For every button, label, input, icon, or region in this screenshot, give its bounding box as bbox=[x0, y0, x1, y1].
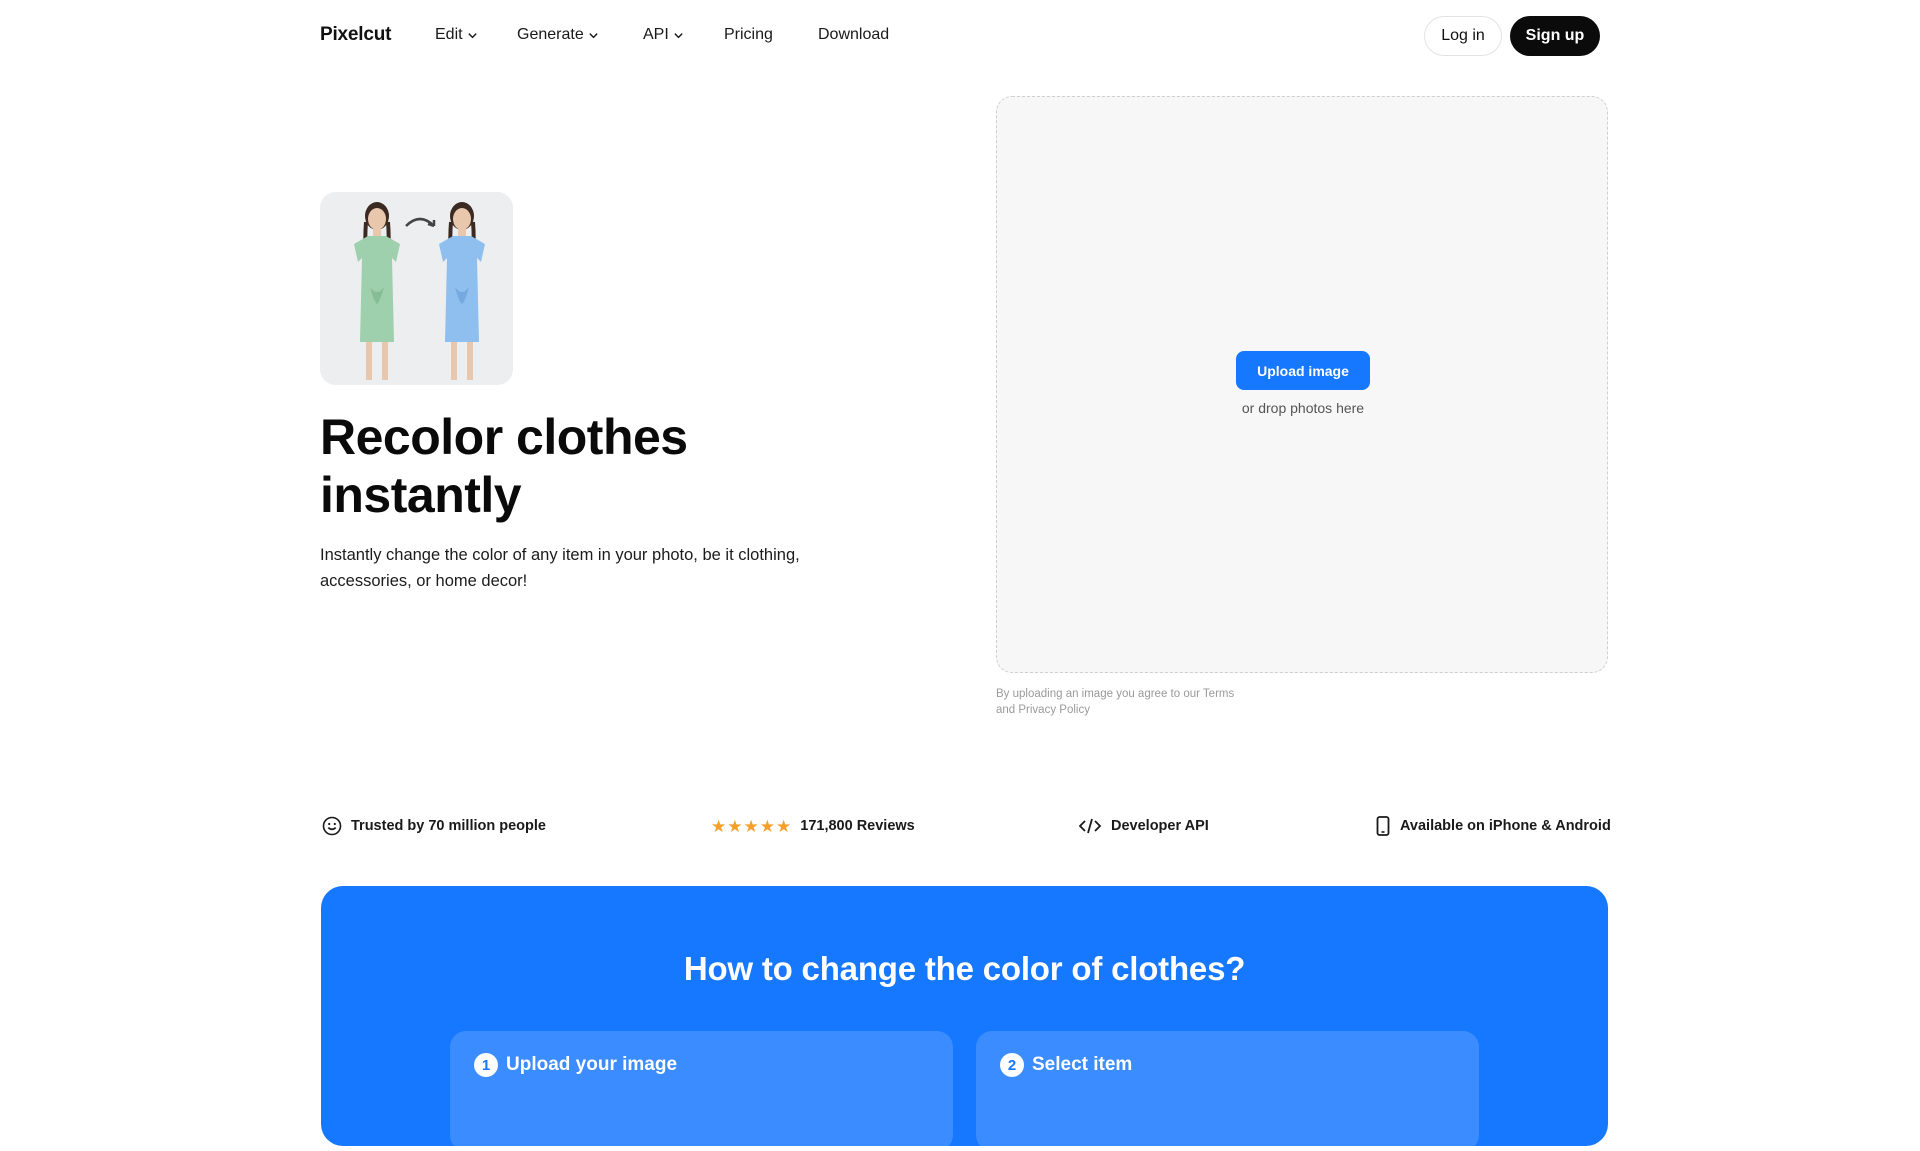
stat-reviews: ★ ★ ★ ★ ★ 171,800 Reviews bbox=[711, 815, 915, 837]
nav-api-label: API bbox=[643, 26, 669, 43]
nav-api[interactable]: API bbox=[643, 26, 684, 44]
chevron-down-icon bbox=[467, 32, 477, 38]
chevron-down-icon bbox=[674, 32, 683, 38]
nav-download-label: Download bbox=[818, 26, 890, 43]
nav-generate-label: Generate bbox=[517, 26, 584, 43]
pixelcut-logo[interactable]: Pixelcut bbox=[320, 24, 391, 46]
recolor-example-image bbox=[320, 192, 513, 385]
nav-generate[interactable]: Generate bbox=[517, 26, 599, 44]
hero-description: Instantly change the color of any item i… bbox=[320, 546, 800, 590]
nav-edit-label: Edit bbox=[435, 26, 463, 43]
upload-image-button[interactable]: Upload image bbox=[1236, 351, 1370, 390]
star-icon: ★ bbox=[759, 816, 775, 836]
step-heading: 2 Select item bbox=[1000, 1053, 1132, 1077]
how-to-title: How to change the color of clothes? bbox=[683, 950, 1246, 987]
stat-trusted: Trusted by 70 million people bbox=[322, 815, 546, 837]
stat-trusted-label: Trusted by 70 million people bbox=[351, 818, 546, 834]
nav-pricing-label: Pricing bbox=[724, 26, 773, 43]
step-number-badge: 1 bbox=[474, 1053, 498, 1077]
login-button[interactable]: Log in bbox=[1424, 16, 1502, 56]
signup-button[interactable]: Sign up bbox=[1510, 16, 1600, 56]
how-to-section: How to change the color of clothes? 1 Up… bbox=[321, 886, 1608, 1151]
drop-hint: or drop photos here bbox=[1241, 400, 1365, 416]
stat-mobile: Available on iPhone & Android bbox=[1375, 815, 1611, 837]
nav-download[interactable]: Download bbox=[818, 26, 889, 44]
step-card-upload: 1 Upload your image bbox=[450, 1031, 953, 1151]
step-heading: 1 Upload your image bbox=[474, 1053, 677, 1077]
star-icon: ★ bbox=[743, 816, 759, 836]
step-title: Upload your image bbox=[506, 1054, 678, 1075]
rating-stars: ★ ★ ★ ★ ★ bbox=[711, 818, 791, 835]
stat-reviews-label: 171,800 Reviews bbox=[800, 818, 915, 834]
step-title: Select item bbox=[1032, 1054, 1133, 1075]
star-icon: ★ bbox=[727, 816, 743, 836]
top-nav: Pixelcut Edit Generate API Pricing Downl… bbox=[0, 0, 1920, 72]
stat-mobile-label: Available on iPhone & Android bbox=[1400, 818, 1611, 834]
step-card-select: 2 Select item bbox=[976, 1031, 1479, 1151]
terms-notice: By uploading an image you agree to our T… bbox=[996, 688, 1235, 716]
nav-pricing[interactable]: Pricing bbox=[724, 26, 773, 44]
stat-api: Developer API bbox=[1078, 815, 1209, 837]
smile-icon bbox=[322, 816, 342, 836]
step-number-badge: 2 bbox=[1000, 1053, 1024, 1077]
chevron-down-icon bbox=[589, 32, 598, 38]
smartphone-icon bbox=[1376, 816, 1390, 836]
nav-edit[interactable]: Edit bbox=[435, 26, 478, 44]
star-icon: ★ bbox=[776, 816, 792, 836]
dress-recolor-illustration bbox=[320, 192, 513, 385]
star-icon: ★ bbox=[711, 816, 727, 836]
stat-api-label: Developer API bbox=[1111, 818, 1209, 834]
page-title: Recolor clothes instantly bbox=[320, 409, 688, 523]
code-icon bbox=[1078, 818, 1102, 834]
